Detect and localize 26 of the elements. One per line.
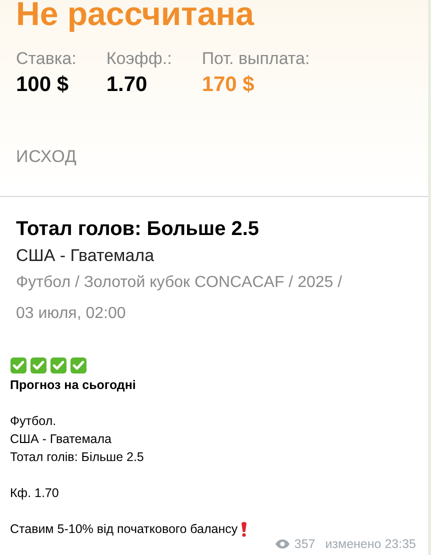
view-count: 357 [294,536,316,553]
message-line: Кф. 1.70 [10,485,60,502]
eye-icon [275,539,290,549]
message-line: США - Гватемала [10,431,113,448]
category-path: Футбол / Золотой кубок CONCACAF / 2025 / [16,273,344,293]
match-name: США - Гватемала [16,245,156,267]
check-mark-icon [70,357,87,374]
section-label: ИСХОД [16,146,78,168]
outcome-title: Тотал голов: Больше 2.5 [16,217,260,241]
check-mark-icon [10,357,27,374]
message-line: Ставим 5-10% від початкового балансу [10,521,238,538]
stat-label: Ставка: [16,49,76,69]
edited-time: изменено 23:35 [325,536,416,553]
exclamation-icon [240,522,247,536]
stat-value: 170 $ [202,72,256,98]
stat-value: 1.70 [106,72,148,98]
stat-value: 100 $ [16,72,70,98]
bet-status: Не рассчитана [16,0,256,31]
match-date: 03 июля, 02:00 [16,304,127,324]
stat-label: Пот. выплата: [202,49,310,69]
check-mark-icon [30,357,47,374]
stat-label: Коэфф.: [106,49,172,69]
message-line: Тотал голів: Більше 2.5 [10,449,145,466]
message-line: Футбол. [10,413,58,430]
message-title: Прогноз на сьогодні [10,377,137,394]
check-mark-icon [50,357,67,374]
